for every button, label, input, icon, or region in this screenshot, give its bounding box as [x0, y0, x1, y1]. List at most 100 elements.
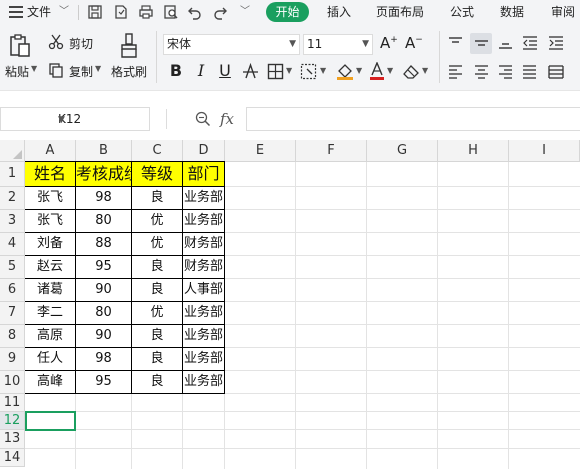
row-header-7[interactable]: 7 [0, 302, 25, 325]
copy-icon[interactable] [48, 62, 64, 78]
font-size-select[interactable]: 11 ▼ [303, 34, 373, 55]
increase-font-size-icon[interactable]: A+ [380, 34, 398, 52]
table-cell[interactable]: 财务部 [183, 233, 225, 256]
file-menu[interactable]: 文件 [27, 0, 51, 25]
align-middle-icon[interactable] [474, 36, 489, 50]
tab-data[interactable]: 数据 [500, 0, 524, 25]
menu-icon[interactable] [9, 6, 23, 18]
customize-chevron-icon[interactable]: ﹀ [240, 0, 250, 25]
table-cell[interactable]: 80 [76, 210, 132, 233]
bold-icon[interactable]: B [167, 60, 185, 82]
table-cell[interactable]: 业务部 [183, 210, 225, 233]
paste-label[interactable]: 粘贴 [5, 63, 29, 80]
print-preview-icon[interactable] [163, 4, 179, 20]
column-header-e[interactable]: E [225, 140, 296, 162]
print-icon[interactable] [138, 4, 154, 20]
table-cell[interactable]: 任人 [25, 348, 76, 371]
table-header-cell[interactable]: 等级 [132, 162, 183, 187]
row-header-4[interactable]: 4 [0, 233, 25, 256]
table-header-cell[interactable]: 考核成绩 [76, 162, 132, 187]
table-cell[interactable]: 88 [76, 233, 132, 256]
align-top-icon[interactable] [448, 36, 463, 50]
format-painter-label[interactable]: 格式刷 [111, 63, 147, 80]
table-cell[interactable]: 98 [76, 348, 132, 371]
table-cell[interactable]: 良 [132, 256, 183, 279]
table-header-cell[interactable]: 姓名 [25, 162, 76, 187]
tab-insert[interactable]: 插入 [327, 0, 351, 25]
cell-style-chevron-icon[interactable]: ▼ [320, 66, 326, 75]
table-cell[interactable]: 良 [132, 325, 183, 348]
font-color-icon[interactable] [369, 62, 385, 81]
table-header-cell[interactable]: 部门 [183, 162, 225, 187]
copy-chevron-icon[interactable]: ▼ [95, 64, 101, 73]
table-cell[interactable]: 良 [132, 279, 183, 302]
table-cell[interactable]: 90 [76, 325, 132, 348]
align-left-icon[interactable] [448, 65, 463, 79]
table-cell[interactable]: 良 [132, 371, 183, 394]
row-header-3[interactable]: 3 [0, 210, 25, 233]
table-cell[interactable]: 张飞 [25, 187, 76, 210]
column-header-f[interactable]: F [296, 140, 367, 162]
decrease-indent-icon[interactable] [522, 36, 538, 50]
fill-color-chevron-icon[interactable]: ▼ [356, 66, 362, 75]
undo-icon[interactable] [187, 4, 203, 20]
copy-label[interactable]: 复制 [69, 63, 93, 80]
file-menu-chevron-icon[interactable]: ﹀ [59, 0, 69, 25]
table-cell[interactable]: 人事部 [183, 279, 225, 302]
cell-style-icon[interactable] [300, 63, 318, 80]
select-all-corner[interactable] [0, 140, 25, 162]
name-box[interactable]: K12 ▼ [0, 107, 150, 131]
table-cell[interactable]: 良 [132, 187, 183, 210]
table-cell[interactable]: 98 [76, 187, 132, 210]
spreadsheet-grid[interactable]: ABCDEFGHI1234567891011121314姓名考核成绩等级部门张飞… [0, 140, 580, 469]
table-cell[interactable]: 80 [76, 302, 132, 325]
column-header-g[interactable]: G [367, 140, 438, 162]
redo-icon[interactable] [212, 4, 228, 20]
borders-icon[interactable] [267, 63, 284, 80]
italic-icon[interactable]: I [192, 60, 210, 82]
strikethrough-icon[interactable] [242, 63, 259, 80]
clear-format-chevron-icon[interactable]: ▼ [422, 66, 428, 75]
table-cell[interactable]: 95 [76, 371, 132, 394]
row-header-6[interactable]: 6 [0, 279, 25, 302]
tab-review[interactable]: 审阅 [551, 0, 575, 25]
format-painter-icon[interactable] [119, 33, 139, 59]
row-header-5[interactable]: 5 [0, 256, 25, 279]
column-header-b[interactable]: B [76, 140, 132, 162]
table-cell[interactable]: 90 [76, 279, 132, 302]
underline-icon[interactable]: U [216, 60, 234, 82]
align-center-icon[interactable] [474, 65, 489, 79]
row-header-1[interactable]: 1 [0, 162, 25, 187]
row-header-8[interactable]: 8 [0, 325, 25, 348]
export-pdf-icon[interactable] [113, 4, 129, 20]
table-cell[interactable]: 业务部 [183, 371, 225, 394]
paste-icon[interactable] [9, 34, 31, 58]
font-name-select[interactable]: 宋体 ▼ [163, 34, 300, 55]
tab-formulas[interactable]: 公式 [450, 0, 474, 25]
table-cell[interactable]: 优 [132, 302, 183, 325]
formula-input[interactable] [246, 107, 580, 131]
table-cell[interactable]: 刘备 [25, 233, 76, 256]
distributed-align-icon[interactable] [548, 65, 564, 79]
tab-home[interactable]: 开始 [266, 2, 309, 22]
row-header-2[interactable]: 2 [0, 187, 25, 210]
borders-chevron-icon[interactable]: ▼ [286, 66, 292, 75]
table-cell[interactable]: 李二 [25, 302, 76, 325]
table-cell[interactable]: 业务部 [183, 302, 225, 325]
table-cell[interactable]: 业务部 [183, 325, 225, 348]
row-header-12[interactable]: 12 [0, 412, 25, 430]
table-cell[interactable]: 高峰 [25, 371, 76, 394]
align-bottom-icon[interactable] [498, 36, 513, 50]
insert-function-icon[interactable]: fx [220, 110, 234, 128]
paste-chevron-icon[interactable]: ▼ [31, 64, 37, 73]
column-header-i[interactable]: I [509, 140, 580, 162]
fill-color-icon[interactable] [336, 62, 354, 81]
table-cell[interactable]: 赵云 [25, 256, 76, 279]
row-header-14[interactable]: 14 [0, 449, 25, 467]
table-cell[interactable]: 优 [132, 233, 183, 256]
table-cell[interactable]: 诸葛 [25, 279, 76, 302]
table-cell[interactable]: 良 [132, 348, 183, 371]
row-header-10[interactable]: 10 [0, 371, 25, 394]
column-header-a[interactable]: A [25, 140, 76, 162]
decrease-font-size-icon[interactable]: A− [405, 34, 423, 52]
